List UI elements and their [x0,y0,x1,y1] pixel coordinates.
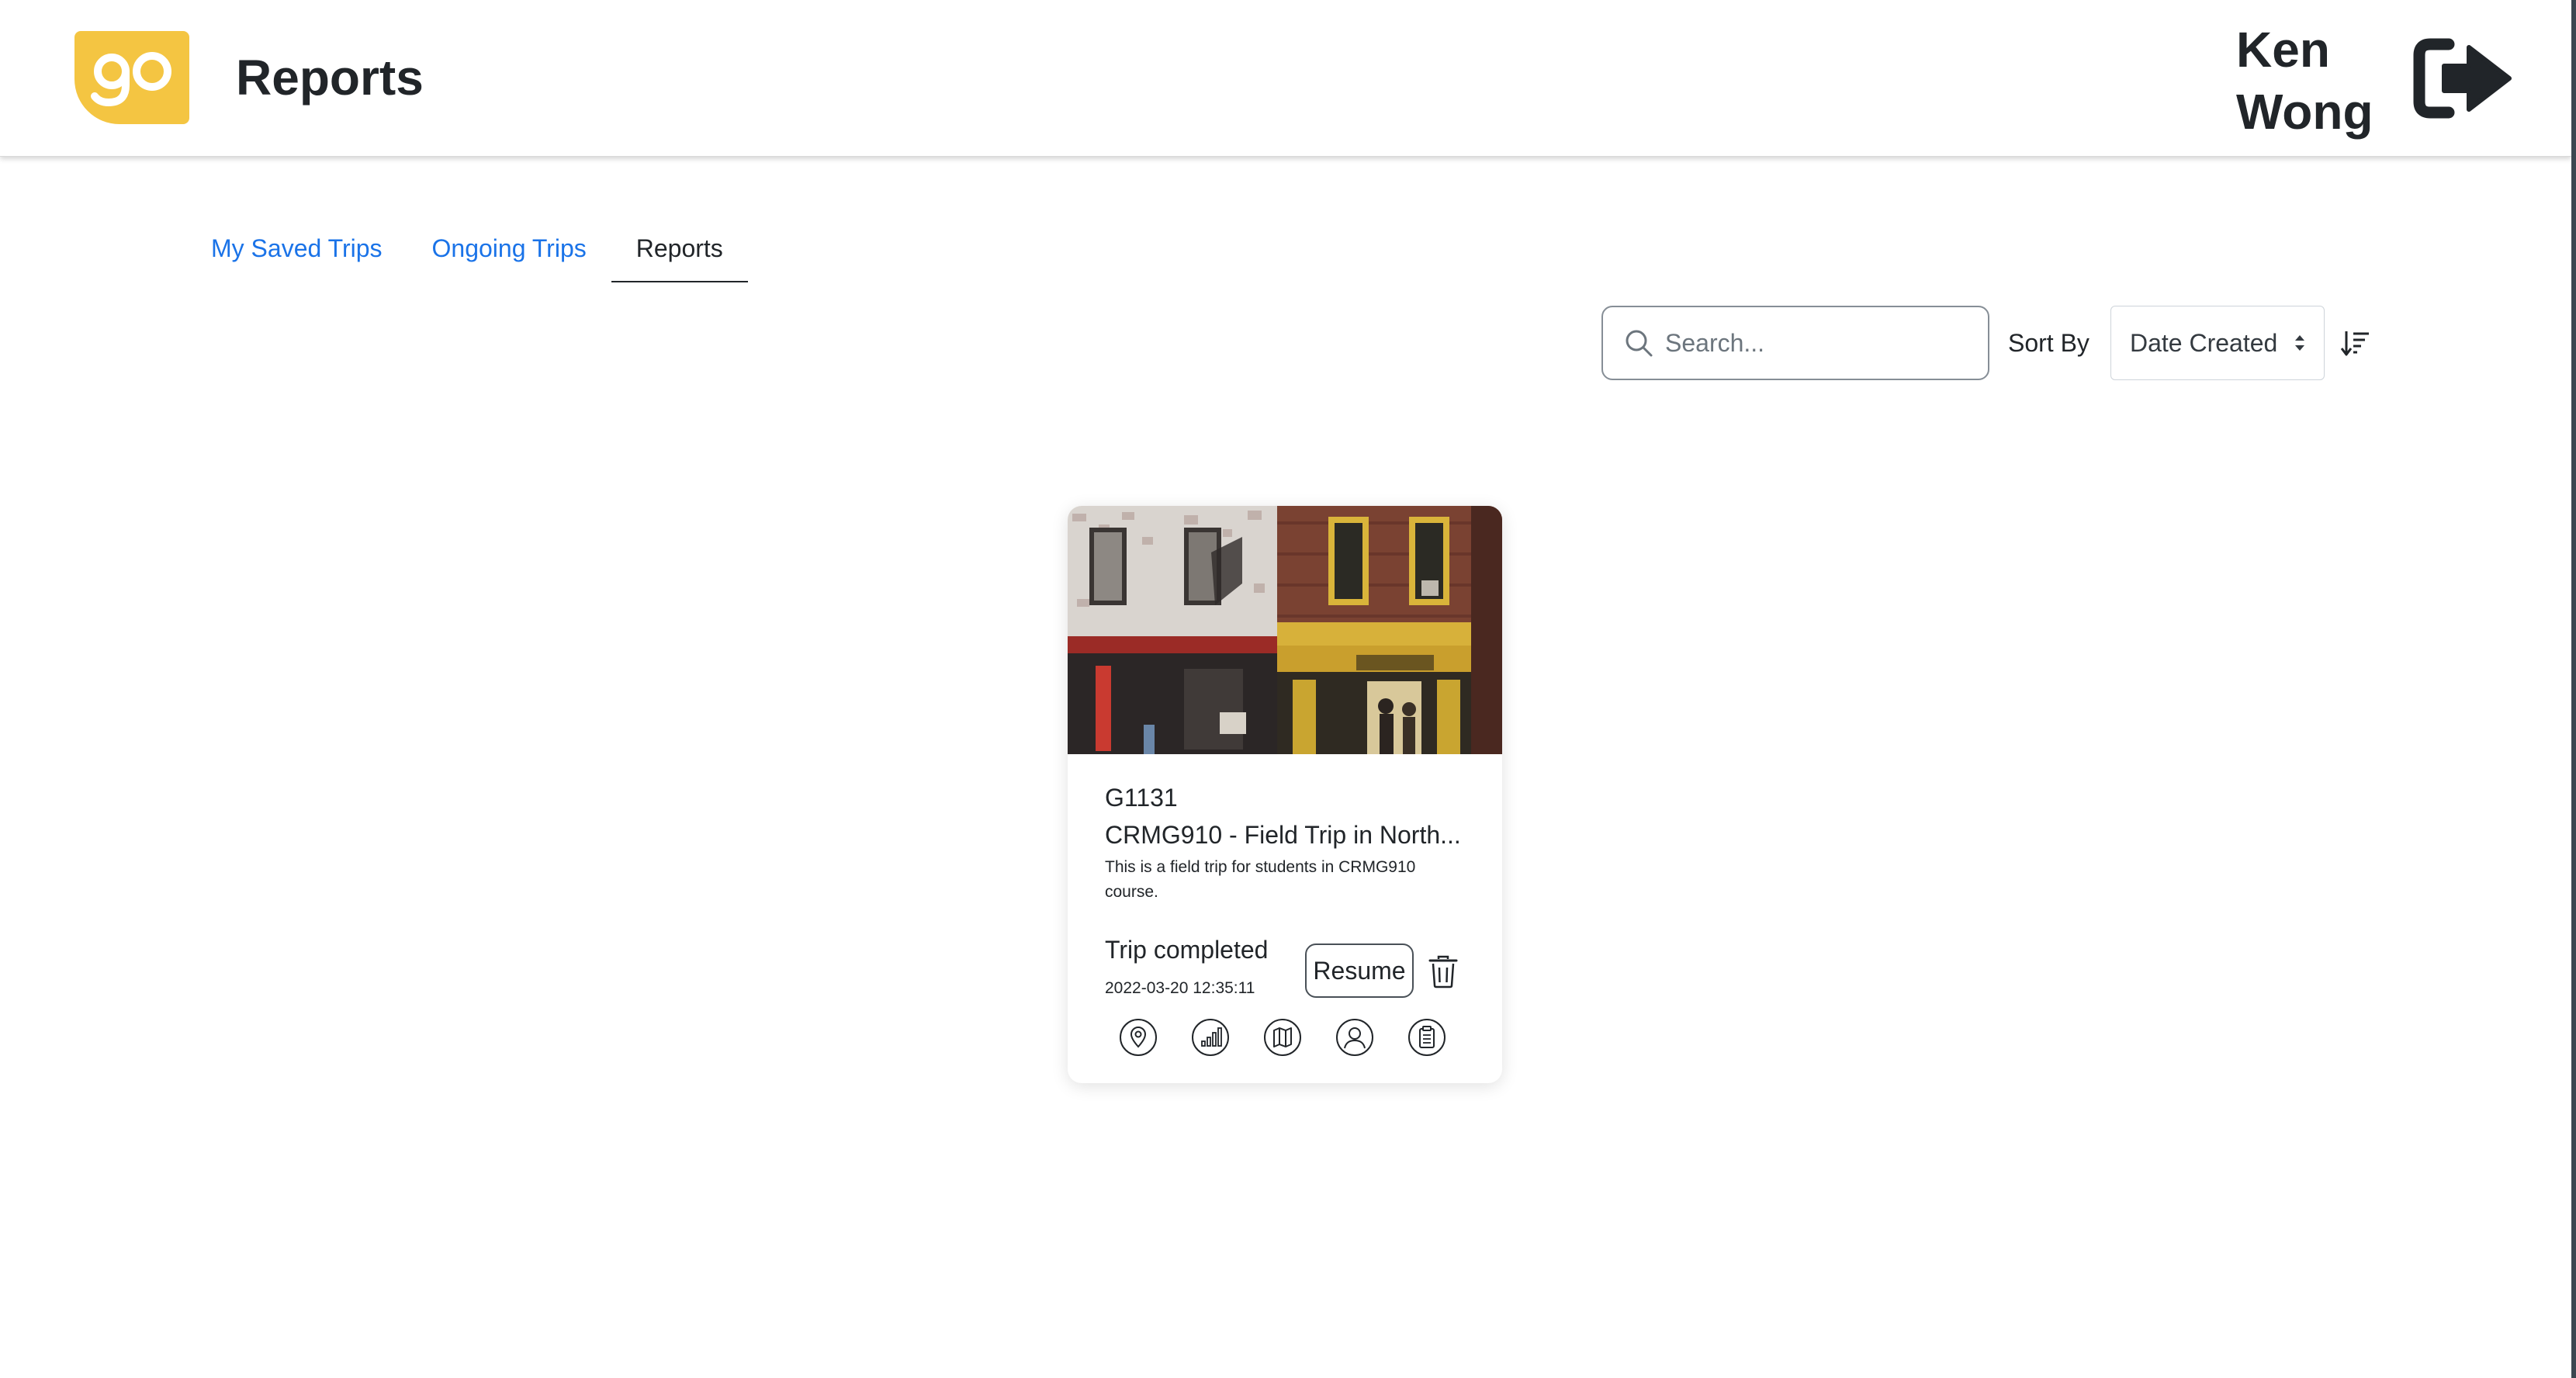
sign-out-icon [2413,38,2512,119]
select-caret-icon [2295,335,2304,351]
search-box[interactable] [1601,306,1989,380]
resume-button[interactable]: Resume [1305,943,1414,998]
storefront-photo [1068,506,1502,754]
sort-descending-icon [2340,331,2369,356]
go-logo[interactable] [74,31,189,124]
app-header: Reports Ken Wong [0,0,2571,157]
sort-select[interactable]: Date Created [2110,306,2325,380]
map-pin-icon [1120,1019,1157,1056]
trash-icon [1428,955,1458,988]
trip-stats-button[interactable] [1191,1018,1230,1057]
tab-my-saved-trips[interactable]: My Saved Trips [186,225,407,282]
bar-chart-icon [1192,1019,1229,1056]
trip-card[interactable]: G1131 CRMG910 - Field Trip in North... T… [1068,506,1502,1083]
logout-button[interactable] [2413,36,2515,121]
user-name: Ken Wong [2236,22,2373,140]
window-edge [2571,0,2576,1378]
trip-name: CRMG910 - Field Trip in North... [1105,821,1461,849]
go-logo-icon [91,52,171,107]
search-icon [1626,330,1653,357]
clipboard-icon [1408,1019,1446,1056]
trip-id: G1131 [1105,784,1178,812]
trip-actions [1119,1018,1446,1058]
trip-card-image [1068,506,1502,754]
trip-date: 2022-03-20 12:35:11 [1105,979,1255,997]
page-title: Reports [236,50,424,106]
sort-direction-button[interactable] [2340,327,2371,358]
map-icon [1264,1019,1301,1056]
trip-tabs: My Saved Trips Ongoing Trips Reports [186,225,748,282]
tab-reports[interactable]: Reports [611,225,748,282]
trip-description: This is a field trip for students in CRM… [1105,858,1416,901]
delete-button[interactable] [1428,954,1459,988]
trip-status: Trip completed [1105,936,1269,964]
trip-locations-button[interactable] [1119,1018,1158,1057]
trip-report-button[interactable] [1407,1018,1446,1057]
trip-participants-button[interactable] [1335,1018,1374,1057]
search-input[interactable] [1664,327,1974,358]
user-icon [1336,1019,1373,1056]
trip-map-button[interactable] [1263,1018,1302,1057]
sort-select-value: Date Created [2130,328,2278,357]
tab-ongoing-trips[interactable]: Ongoing Trips [407,225,611,282]
sort-by-label: Sort By [2008,329,2090,357]
